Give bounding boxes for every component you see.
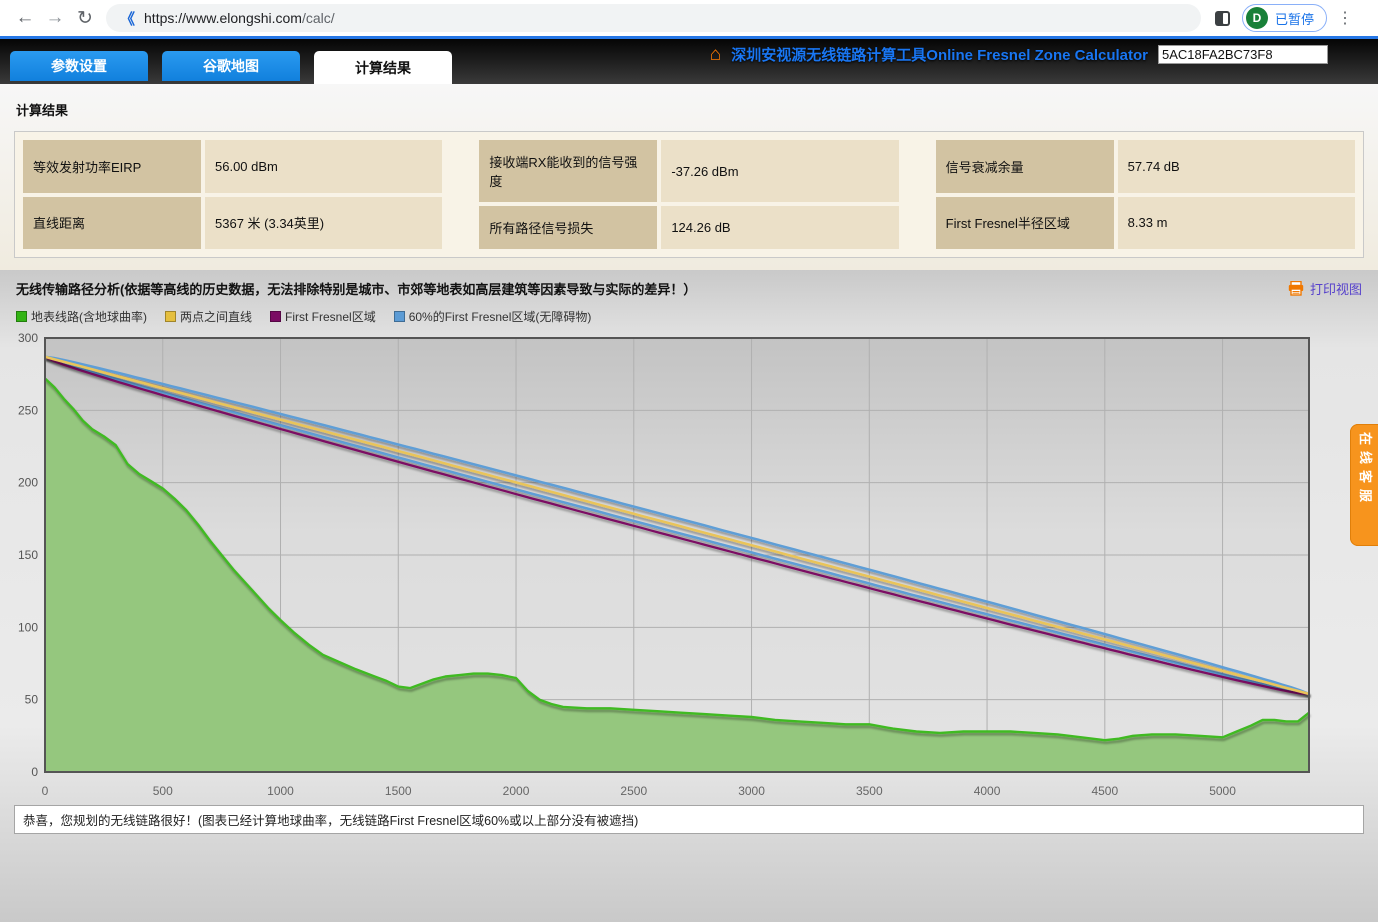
back-button[interactable]: ← xyxy=(10,3,40,33)
svg-text:50: 50 xyxy=(25,693,39,707)
reload-button[interactable]: ↻ xyxy=(70,3,100,33)
result-label-rx-signal: 接收端RX能收到的信号强度 xyxy=(479,140,657,202)
extension-icon[interactable] xyxy=(1215,11,1230,26)
profile-chip[interactable]: D 已暂停 xyxy=(1242,4,1327,32)
svg-text:100: 100 xyxy=(18,620,38,634)
tab-calculation-result[interactable]: 计算结果 xyxy=(314,51,452,84)
results-column-2: 接收端RX能收到的信号强度 -37.26 dBm 所有路径信号损失 124.26… xyxy=(479,140,898,249)
print-view-label: 打印视图 xyxy=(1310,279,1362,298)
svg-text:150: 150 xyxy=(18,548,38,562)
results-table: 等效发射功率EIRP 56.00 dBm 直线距离 5367 米 (3.34英里… xyxy=(14,131,1364,258)
result-label-path-loss: 所有路径信号损失 xyxy=(479,206,657,249)
result-value-fresnel-radius: 8.33 m xyxy=(1118,197,1355,250)
results-column-1: 等效发射功率EIRP 56.00 dBm 直线距离 5367 米 (3.34英里… xyxy=(23,140,442,249)
legend-swatch-terrain xyxy=(16,311,27,322)
result-label-fade-margin: 信号衰减余量 xyxy=(936,140,1114,193)
svg-text:250: 250 xyxy=(18,403,38,417)
legend-item-direct-line: 两点之间直线 xyxy=(165,308,252,325)
site-title: 深圳安视源无线链路计算工具Online Fresnel Zone Calcula… xyxy=(731,44,1148,65)
legend-swatch-direct-line xyxy=(165,311,176,322)
chart-legend: 地表线路(含地球曲率) 两点之间直线 First Fresnel区域 60%的F… xyxy=(0,300,1378,327)
svg-text:5000: 5000 xyxy=(1209,784,1236,798)
result-label-fresnel-radius: First Fresnel半径区域 xyxy=(936,197,1114,250)
status-bar: 恭喜，您规划的无线链路很好！(图表已经计算地球曲率，无线链路First Fres… xyxy=(0,803,1378,836)
avatar: D xyxy=(1246,7,1268,29)
tab-bar: 参数设置 谷歌地图 计算结果 xyxy=(10,51,452,84)
tab-parameter-settings[interactable]: 参数设置 xyxy=(10,51,148,81)
result-label-eirp: 等效发射功率EIRP xyxy=(23,140,201,193)
browser-menu-button[interactable]: ⋮ xyxy=(1337,8,1353,28)
svg-text:3000: 3000 xyxy=(738,784,765,798)
site-header: ⌂ 深圳安视源无线链路计算工具Online Fresnel Zone Calcu… xyxy=(0,39,1378,84)
results-column-3: 信号衰减余量 57.74 dB First Fresnel半径区域 8.33 m xyxy=(936,140,1355,249)
result-value-path-loss: 124.26 dB xyxy=(661,206,898,249)
analysis-heading: 无线传输路径分析(依据等高线的历史数据，无法排除特别是城市、市郊等地表如高层建筑… xyxy=(16,279,696,298)
svg-text:1500: 1500 xyxy=(385,784,412,798)
live-chat-label-cn: 在线客服 xyxy=(1357,432,1376,508)
url-text: https://www.elongshi.com/calc/ xyxy=(144,10,335,26)
browser-toolbar: ← → ↻ 《 https://www.elongshi.com/calc/ D… xyxy=(0,0,1378,36)
sync-paused-label: 已暂停 xyxy=(1275,9,1314,28)
result-value-rx-signal: -37.26 dBm xyxy=(661,140,898,202)
forward-button[interactable]: → xyxy=(40,3,70,33)
analysis-panel: 无线传输路径分析(依据等高线的历史数据，无法排除特别是城市、市郊等地表如高层建筑… xyxy=(0,270,1378,922)
svg-text:500: 500 xyxy=(153,784,173,798)
result-value-fade-margin: 57.74 dB xyxy=(1118,140,1355,193)
home-icon[interactable]: ⌂ xyxy=(710,45,721,64)
result-value-distance: 5367 米 (3.34英里) xyxy=(205,197,442,250)
svg-text:4000: 4000 xyxy=(974,784,1001,798)
svg-text:2500: 2500 xyxy=(620,784,647,798)
legend-item-terrain: 地表线路(含地球曲率) xyxy=(16,308,147,325)
tab-google-map[interactable]: 谷歌地图 xyxy=(162,51,300,81)
svg-text:4500: 4500 xyxy=(1091,784,1118,798)
serial-input[interactable] xyxy=(1158,45,1328,64)
svg-text:1000: 1000 xyxy=(267,784,294,798)
status-message: 恭喜，您规划的无线链路很好！(图表已经计算地球曲率，无线链路First Fres… xyxy=(14,805,1364,834)
results-section: 计算结果 等效发射功率EIRP 56.00 dBm 直线距离 5367 米 (3… xyxy=(0,84,1378,270)
svg-text:200: 200 xyxy=(18,476,38,490)
svg-text:2000: 2000 xyxy=(503,784,530,798)
svg-text:0: 0 xyxy=(42,784,49,798)
result-label-distance: 直线距离 xyxy=(23,197,201,250)
svg-text:0: 0 xyxy=(31,765,38,779)
legend-swatch-fresnel xyxy=(270,311,281,322)
results-title: 计算结果 xyxy=(16,100,1364,119)
print-view-link[interactable]: 打印视图 xyxy=(1288,279,1362,298)
result-value-eirp: 56.00 dBm xyxy=(205,140,442,193)
path-profile-chart: 0501001502002503000500100015002000250030… xyxy=(0,329,1350,803)
printer-icon xyxy=(1288,281,1304,296)
legend-item-fresnel: First Fresnel区域 xyxy=(270,308,376,325)
live-chat-tab[interactable]: 在线客服 LIVE CHAT xyxy=(1350,424,1378,546)
address-bar[interactable]: 《 https://www.elongshi.com/calc/ xyxy=(106,4,1201,32)
svg-text:3500: 3500 xyxy=(856,784,883,798)
svg-text:300: 300 xyxy=(18,331,38,345)
site-favicon-icon: 《 xyxy=(120,8,135,29)
legend-item-fresnel60: 60%的First Fresnel区域(无障碍物) xyxy=(394,308,592,325)
legend-swatch-fresnel60 xyxy=(394,311,405,322)
